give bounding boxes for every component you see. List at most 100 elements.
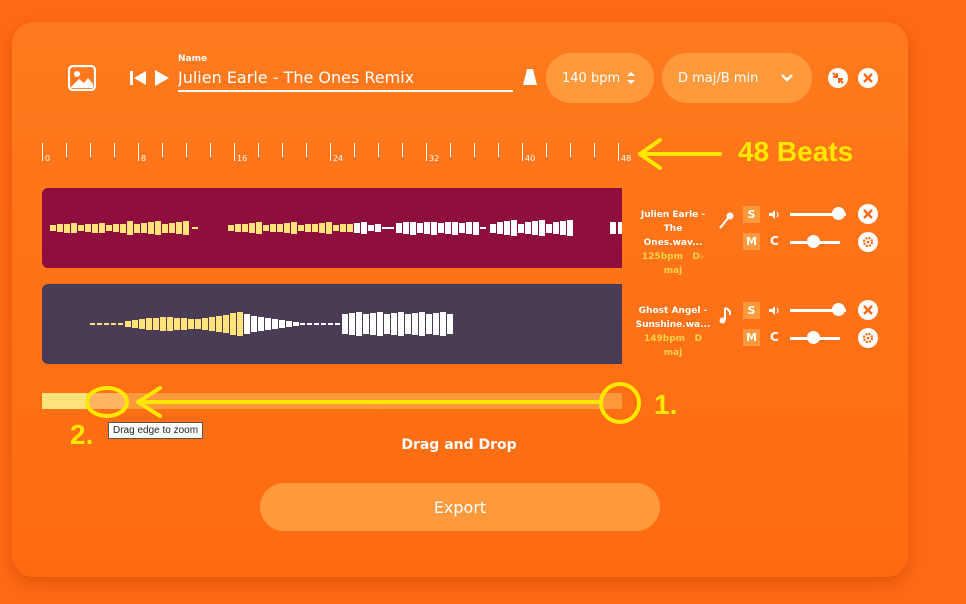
track-title: Ghost Angel - Sunshine.wa... <box>635 306 711 330</box>
remove-track-button[interactable] <box>858 204 878 224</box>
name-label: Name <box>178 54 208 64</box>
image-icon[interactable] <box>68 65 96 91</box>
waveform-bar <box>459 223 465 233</box>
track-name-input[interactable] <box>178 64 513 92</box>
solo-button[interactable]: S <box>743 206 760 223</box>
waveform-bar <box>291 222 297 234</box>
bpm-select[interactable]: 140 bpm <box>546 53 654 103</box>
waveform-bar <box>111 323 116 325</box>
waveform-bar <box>256 222 262 234</box>
waveform-bar <box>78 225 84 231</box>
waveform-bar <box>71 222 77 234</box>
waveform-bar <box>319 223 325 233</box>
export-button[interactable]: Export <box>260 483 660 531</box>
pitch-slider-knob[interactable] <box>806 235 820 248</box>
waveform-bar <box>504 221 510 235</box>
metronome-icon[interactable] <box>523 68 537 86</box>
close-icon <box>863 73 873 83</box>
c-label: C <box>770 330 779 344</box>
ruler-tick <box>546 143 547 157</box>
skip-back-icon[interactable] <box>129 70 147 86</box>
waveform-bar <box>50 225 56 231</box>
waveform-bar <box>438 223 444 233</box>
waveform-bar <box>305 224 311 232</box>
waveform-bar <box>195 319 201 329</box>
waveform-bar <box>176 222 182 234</box>
key-value: D maj/B min <box>678 70 759 86</box>
track-waveform[interactable] <box>42 284 622 364</box>
waveform-bar <box>270 224 276 232</box>
zoom-edge-handle[interactable] <box>87 393 125 409</box>
waveform-bar <box>223 315 229 333</box>
key-select[interactable]: D maj/B min <box>662 53 812 103</box>
waveform-bar <box>368 225 374 231</box>
waveform-bar <box>347 223 353 233</box>
annotation-one: 1. <box>654 389 678 420</box>
waveform-bar <box>417 223 423 233</box>
collapse-button[interactable] <box>828 68 848 88</box>
waveform-bar <box>370 313 376 335</box>
waveform-bar <box>497 222 503 234</box>
ruler-tick <box>378 143 379 157</box>
waveform-bar <box>237 312 243 336</box>
ruler-tick <box>570 143 571 157</box>
waveform-bar <box>480 227 486 229</box>
waveform-bar <box>398 312 404 336</box>
waveform-bar <box>216 316 222 332</box>
ruler-label: 32 <box>429 154 440 163</box>
waveform-bar <box>244 314 250 334</box>
track-waveform[interactable] <box>42 188 622 268</box>
ruler-tick <box>186 143 187 157</box>
zoom-scrollbar-played <box>42 393 87 409</box>
waveform-bar <box>64 223 70 233</box>
waveform-bar <box>97 323 102 325</box>
beats-annotation: 48 Beats <box>738 136 854 167</box>
waveform-bar <box>342 314 348 334</box>
play-icon[interactable] <box>154 69 170 87</box>
volume-icon <box>769 306 779 315</box>
ruler-tick <box>330 143 331 161</box>
waveform-bar <box>560 221 566 235</box>
ruler-tick <box>402 143 403 157</box>
solo-button[interactable]: S <box>743 302 760 319</box>
waveform-bar <box>391 313 397 335</box>
waveform-bar <box>251 316 257 332</box>
ruler-tick <box>522 143 523 161</box>
close-button[interactable] <box>858 68 878 88</box>
c-label: C <box>770 234 779 248</box>
waveform-bar <box>618 222 622 234</box>
waveform-bar <box>120 223 126 233</box>
bpm-value: 140 bpm <box>562 70 621 86</box>
volume-slider-knob[interactable] <box>831 207 845 220</box>
waveform-bar <box>396 223 402 233</box>
track-bpm: 125bpm <box>641 252 683 262</box>
ruler-tick <box>234 143 235 161</box>
ruler-tick <box>210 143 211 157</box>
waveform-bar <box>125 321 131 327</box>
pitch-slider-knob[interactable] <box>806 331 820 344</box>
waveform-bar <box>553 222 559 234</box>
ruler-tick <box>66 143 67 157</box>
waveform-bar <box>155 221 161 235</box>
ruler-label: 16 <box>237 154 248 163</box>
waveform-bar <box>490 223 496 233</box>
music-note-icon <box>719 307 732 324</box>
waveform-bar <box>567 220 573 236</box>
waveform-bar <box>118 323 123 325</box>
beat-ruler: 0 8 16 24 32 40 48 <box>42 143 631 165</box>
ruler-tick <box>306 143 307 157</box>
remove-track-button[interactable] <box>858 300 878 320</box>
zoom-scrollbar[interactable] <box>42 393 622 409</box>
volume-slider-knob[interactable] <box>831 303 845 316</box>
mute-button[interactable]: M <box>743 233 760 250</box>
ruler-tick <box>426 143 427 161</box>
waveform-bar <box>539 220 545 236</box>
waveform-bar <box>388 227 394 229</box>
waveform-bar <box>321 323 326 325</box>
mute-button[interactable]: M <box>743 329 760 346</box>
waveform-bar <box>188 319 194 329</box>
ruler-label: 8 <box>141 154 147 163</box>
track-settings-button[interactable] <box>858 232 878 252</box>
track-settings-button[interactable] <box>858 328 878 348</box>
waveform-bar <box>518 223 524 233</box>
